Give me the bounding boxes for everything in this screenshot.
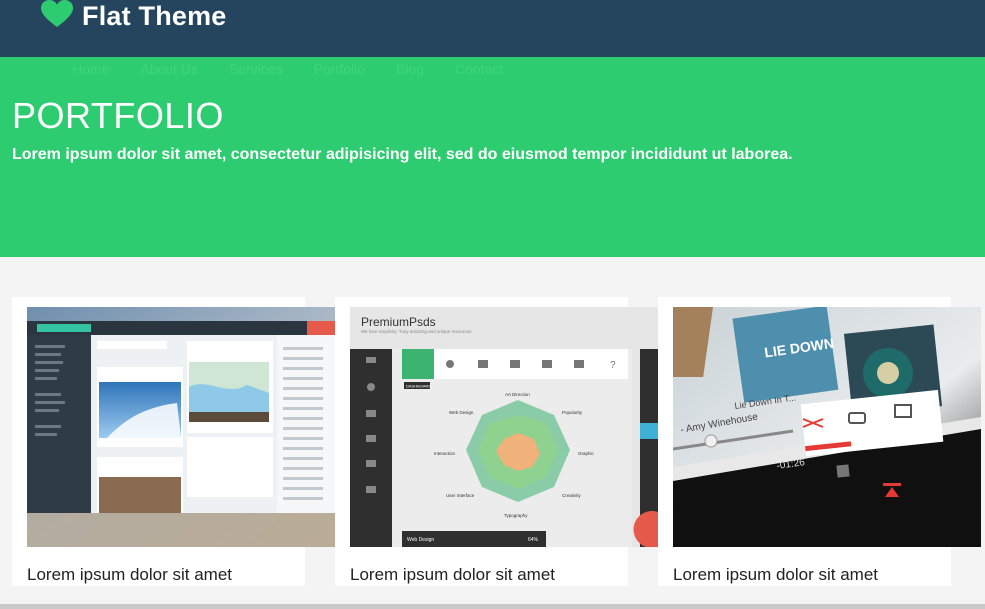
svg-text:64%: 64% [528,537,539,543]
svg-text:We love simplicity. Truly amaz: We love simplicity. Truly amazing and un… [361,329,473,334]
portfolio-caption-3: Lorem ipsum dolor sit amet [673,565,879,584]
main-nav: Home About Us Services Portfolio Blog Co… [72,61,534,77]
hero-banner: Home About Us Services Portfolio Blog Co… [0,57,985,257]
svg-text:Art Direction: Art Direction [505,392,530,397]
svg-text:DASHBOARD: DASHBOARD [406,384,431,389]
svg-text:Interaction: Interaction [434,451,456,456]
svg-text:Creativity: Creativity [562,493,582,498]
top-bar: Flat Theme [0,0,985,57]
nav-portfolio[interactable]: Portfolio [314,61,365,77]
portfolio-card-2[interactable]: PremiumPsds We love simplicity. Truly am… [335,297,658,586]
brand[interactable]: Flat Theme [41,0,227,32]
svg-text:Web Design: Web Design [449,410,474,415]
page-title: PORTFOLIO [12,95,224,136]
portfolio-card-3[interactable]: LIE DOWN Lie Down In T... - Amy Winehous… [658,297,981,586]
svg-text:PremiumPsds: PremiumPsds [361,315,436,329]
portfolio-image-2[interactable]: PremiumPsds We love simplicity. Truly am… [350,307,658,547]
portfolio-card-1[interactable]: Lorem ipsum dolor sit amet [12,297,335,586]
portfolio-caption-1: Lorem ipsum dolor sit amet [27,565,233,584]
portfolio-caption-2: Lorem ipsum dolor sit amet [350,565,556,584]
page-subtitle: Lorem ipsum dolor sit amet, consectetur … [12,146,793,163]
portfolio-image-1[interactable] [27,307,335,547]
svg-text:Typography: Typography [504,513,528,518]
svg-text:User Interface: User Interface [446,493,475,498]
svg-text:Web Design: Web Design [407,537,434,543]
svg-text:Graphic: Graphic [578,451,595,456]
nav-contact[interactable]: Contact [455,61,503,77]
svg-text:?: ? [610,360,616,371]
bottom-divider [0,604,985,609]
nav-blog[interactable]: Blog [396,61,424,77]
nav-services[interactable]: Services [229,61,283,77]
nav-about-us[interactable]: About Us [140,61,198,77]
nav-home[interactable]: Home [72,61,109,77]
svg-text:Popularity: Popularity [562,410,583,415]
heart-icon [41,0,73,33]
portfolio-image-3[interactable]: LIE DOWN Lie Down In T... - Amy Winehous… [673,307,981,547]
brand-title: Flat Theme [82,0,227,31]
